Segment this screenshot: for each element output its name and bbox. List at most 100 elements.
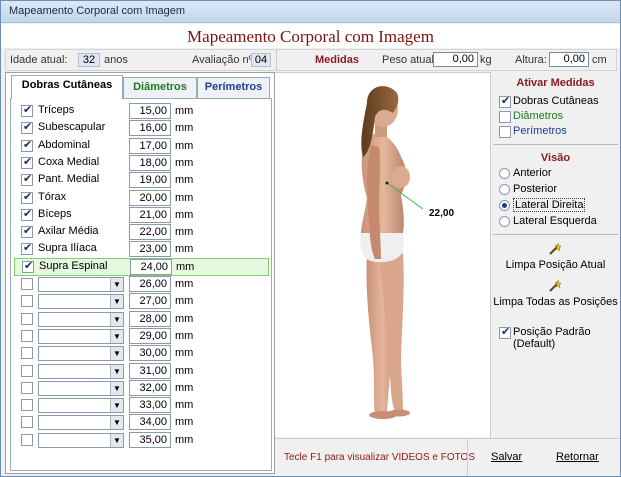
row-unit: mm xyxy=(175,122,194,135)
row-value-input[interactable]: 34,00 xyxy=(129,414,171,431)
chevron-down-icon[interactable]: ▼ xyxy=(110,399,123,413)
row-checkbox[interactable] xyxy=(22,259,34,273)
radio-circle[interactable] xyxy=(499,200,510,211)
row-value-input[interactable]: 23,00 xyxy=(129,241,171,258)
row-checkbox[interactable] xyxy=(21,364,33,377)
row-checkbox[interactable] xyxy=(21,172,33,187)
row-value-input[interactable]: 27,00 xyxy=(129,293,171,310)
row-select[interactable]: ▼ xyxy=(38,294,124,310)
clear-all-positions-button[interactable]: Limpa Todas as Posições xyxy=(493,296,618,308)
row-select[interactable]: ▼ xyxy=(38,328,124,344)
row-select[interactable]: ▼ xyxy=(38,432,124,448)
row-value-input[interactable]: 28,00 xyxy=(129,310,171,327)
row-checkbox[interactable] xyxy=(21,278,33,290)
view-posterior-radio[interactable]: Posterior xyxy=(499,183,617,197)
height-input[interactable]: 0,00 xyxy=(549,52,589,67)
radio-circle[interactable] xyxy=(499,184,510,195)
row-value-input[interactable]: 17,00 xyxy=(129,137,171,154)
row-checkbox[interactable] xyxy=(21,155,33,169)
save-button[interactable]: Salvar xyxy=(491,451,522,463)
back-button[interactable]: Retornar xyxy=(556,451,599,463)
radio-label: Lateral Direita xyxy=(513,198,586,212)
row-checkbox[interactable] xyxy=(21,224,33,239)
activate-perimetros-checkbox[interactable]: Perímetros xyxy=(499,125,617,139)
row-value-input[interactable]: 24,00 xyxy=(130,258,172,275)
row-checkbox[interactable] xyxy=(21,295,33,308)
chevron-down-icon[interactable]: ▼ xyxy=(110,364,123,378)
row-select[interactable]: ▼ xyxy=(38,380,124,396)
view-anterior-radio[interactable]: Anterior xyxy=(499,167,617,181)
row-value-input[interactable]: 15,00 xyxy=(129,103,171,119)
row-value-input[interactable]: 18,00 xyxy=(129,154,171,171)
row-value-input[interactable]: 20,00 xyxy=(129,189,171,206)
checkbox-box[interactable] xyxy=(499,111,511,123)
row-checkbox[interactable] xyxy=(21,347,33,360)
row-checkbox[interactable] xyxy=(21,329,33,342)
row-value-input[interactable]: 31,00 xyxy=(129,362,171,379)
row-select[interactable]: ▼ xyxy=(38,277,124,292)
tab-diametros[interactable]: Diâmetros xyxy=(123,77,197,98)
tab-label: Perímetros xyxy=(204,81,263,93)
chevron-down-icon[interactable]: ▼ xyxy=(110,278,123,291)
activate-measures-title: Ativar Medidas xyxy=(516,77,595,89)
default-position-checkbox[interactable]: Posição Padrão (Default) xyxy=(499,325,617,356)
view-lateral-direita-radio[interactable]: Lateral Direita xyxy=(499,198,617,213)
row-select[interactable]: ▼ xyxy=(38,398,124,414)
clear-current-position-button[interactable]: Limpa Posição Atual xyxy=(495,259,616,271)
row-value-input[interactable]: 29,00 xyxy=(129,327,171,344)
row-value-input[interactable]: 32,00 xyxy=(129,379,171,396)
row-checkbox[interactable] xyxy=(21,381,33,394)
row-value-input[interactable]: 19,00 xyxy=(129,172,171,189)
view-lateral-esquerda-radio[interactable]: Lateral Esquerda xyxy=(499,215,617,229)
chevron-down-icon[interactable]: ▼ xyxy=(110,416,123,430)
row-checkbox[interactable] xyxy=(21,207,33,221)
options-panel: Ativar Medidas Dobras Cutâneas Diâmetros… xyxy=(490,72,619,438)
row-checkbox[interactable] xyxy=(21,120,33,135)
divider xyxy=(493,234,618,235)
window-title: Mapeamento Corporal com Imagem xyxy=(9,5,186,17)
checkbox-box[interactable] xyxy=(499,325,511,339)
row-checkbox[interactable] xyxy=(21,416,33,429)
weight-input[interactable]: 0,00 xyxy=(433,52,478,67)
row-select[interactable]: ▼ xyxy=(38,415,124,431)
row-checkbox[interactable] xyxy=(21,399,33,412)
row-unit: mm xyxy=(175,399,194,412)
row-checkbox[interactable] xyxy=(21,103,33,117)
measurement-row: Coxa Medial 18,00 mm xyxy=(17,154,265,171)
row-value-input[interactable]: 21,00 xyxy=(129,206,171,223)
row-select[interactable]: ▼ xyxy=(38,311,124,327)
row-value-input[interactable]: 22,00 xyxy=(129,224,171,241)
chevron-down-icon[interactable]: ▼ xyxy=(110,295,123,309)
age-label: Idade atual: xyxy=(10,54,68,66)
row-checkbox[interactable] xyxy=(21,138,33,152)
radio-circle[interactable] xyxy=(499,216,510,227)
row-checkbox[interactable] xyxy=(21,190,33,204)
chevron-down-icon[interactable]: ▼ xyxy=(110,381,123,395)
row-select[interactable]: ▼ xyxy=(38,346,124,362)
chevron-down-icon[interactable]: ▼ xyxy=(110,433,123,447)
row-checkbox[interactable] xyxy=(21,312,33,325)
row-checkbox[interactable] xyxy=(21,241,33,256)
chevron-down-icon[interactable]: ▼ xyxy=(110,312,123,326)
row-label: Supra Espinal xyxy=(39,259,108,272)
checkbox-box[interactable] xyxy=(499,126,511,138)
activate-diametros-checkbox[interactable]: Diâmetros xyxy=(499,110,617,124)
chevron-down-icon[interactable]: ▼ xyxy=(110,329,123,343)
measurements-panel: Dobras Cutâneas Diâmetros Perímetros Trí… xyxy=(5,72,275,474)
row-value-input[interactable]: 26,00 xyxy=(129,276,171,292)
page-title: Mapeamento Corporal com Imagem xyxy=(1,24,620,48)
app-window: Mapeamento Corporal com Imagem Mapeament… xyxy=(0,0,621,477)
tab-perimetros[interactable]: Perímetros xyxy=(197,77,270,98)
row-select[interactable]: ▼ xyxy=(38,363,124,379)
row-value-input[interactable]: 35,00 xyxy=(129,431,171,448)
tab-dobras-cutaneas[interactable]: Dobras Cutâneas xyxy=(11,75,123,99)
row-value-input[interactable]: 33,00 xyxy=(129,397,171,414)
magic-wand-icon xyxy=(549,242,562,255)
row-checkbox[interactable] xyxy=(21,433,33,446)
checkbox-box[interactable] xyxy=(499,94,511,108)
chevron-down-icon[interactable]: ▼ xyxy=(110,347,123,361)
row-value-input[interactable]: 16,00 xyxy=(129,120,171,137)
activate-dobras-checkbox[interactable]: Dobras Cutâneas xyxy=(499,94,617,109)
row-value-input[interactable]: 30,00 xyxy=(129,345,171,362)
radio-circle[interactable] xyxy=(499,168,510,179)
